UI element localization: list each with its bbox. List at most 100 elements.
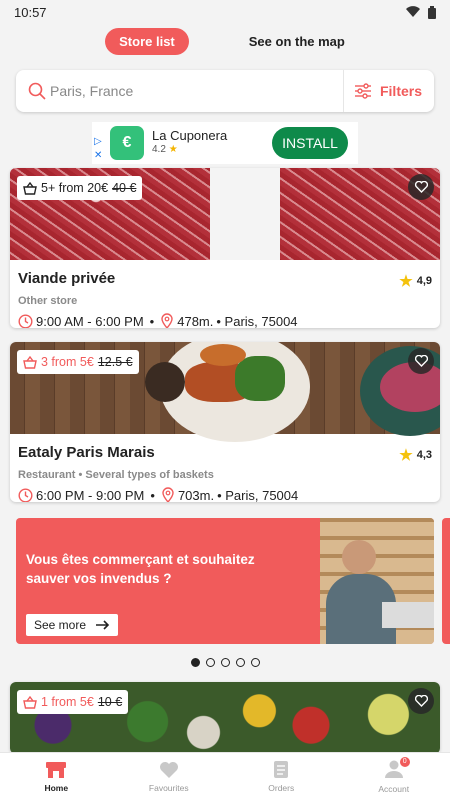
status-time: 10:57 — [14, 4, 47, 20]
store-card[interactable]: 5+ from 20€ 40 € Viande privée ★ 4,9 Oth… — [10, 168, 440, 328]
heart-icon — [414, 695, 428, 707]
ad-app-name: La Cuponera — [152, 128, 228, 143]
store-distance: 478m. — [177, 313, 214, 329]
ad-close-icon[interactable]: ✕ — [94, 150, 102, 161]
basket-old-price: 40 € — [112, 181, 137, 195]
carousel-dot[interactable] — [220, 658, 230, 667]
location-pin-icon — [161, 313, 173, 328]
basket-icon — [23, 181, 37, 195]
location-pin-icon — [162, 487, 174, 502]
filters-label: Filters — [379, 83, 422, 99]
notification-badge: 0 — [399, 756, 410, 767]
store-category: Restaurant • Several types of baskets — [18, 469, 214, 481]
store-name: Viande privée — [18, 270, 116, 287]
basket-badge: 5+ from 20€ 40 € — [17, 176, 143, 200]
ad-app-logo: € — [110, 126, 144, 160]
account-icon-wrap: 0 — [384, 756, 410, 780]
store-card[interactable]: 3 from 5€ 12.5 € Eataly Paris Marais ★ 4… — [10, 342, 440, 502]
search-input[interactable] — [46, 70, 343, 112]
basket-old-price: 12.5 € — [97, 355, 133, 369]
battery-icon — [428, 5, 436, 19]
favourite-button[interactable] — [408, 688, 434, 714]
search-bar: Filters — [16, 70, 434, 112]
heart-icon — [159, 761, 178, 778]
tab-orders[interactable]: Orders — [241, 760, 321, 793]
carousel-dot[interactable] — [250, 658, 260, 667]
store-hours: 6:00 PM - 9:00 PM — [36, 487, 145, 503]
see-more-label: See more — [34, 618, 87, 632]
arrow-right-icon — [96, 620, 110, 630]
store-icon — [46, 761, 67, 778]
basket-count: 3 from 5€ — [41, 355, 94, 369]
basket-count: 1 from 5€ — [41, 695, 94, 709]
bowl-shape — [200, 344, 246, 366]
ad-banner[interactable]: ▷ ✕ € La Cuponera 4.2 ★ INSTALL — [92, 122, 358, 164]
ad-app-rating: 4.2 ★ — [152, 144, 178, 155]
store-info: Viande privée ★ 4,9 Other store 9:00 AM … — [10, 260, 440, 328]
tab-store-list[interactable]: Store list — [105, 27, 189, 55]
carousel-indicator — [0, 658, 450, 667]
clock-icon — [18, 314, 33, 328]
adchoices-icon[interactable]: ▷ — [94, 136, 102, 147]
store-address: • Paris, 75004 — [217, 487, 299, 503]
carousel-dot[interactable] — [235, 658, 245, 667]
heart-icon — [414, 355, 428, 367]
basket-icon — [23, 355, 37, 369]
tab-home-label: Home — [44, 782, 69, 793]
carousel-dot[interactable] — [190, 658, 200, 667]
store-hours: 9:00 AM - 6:00 PM — [36, 313, 144, 329]
merchant-promo-banner[interactable]: Vous êtes commerçant et souhaitez sauver… — [16, 518, 434, 644]
receipt-icon — [274, 761, 289, 778]
status-bar: 10:57 — [0, 0, 450, 24]
basket-old-price: 10 € — [97, 695, 123, 709]
tab-home[interactable]: Home — [16, 761, 96, 793]
store-distance: 703m. — [177, 487, 215, 503]
store-address: • Paris, 75004 — [216, 313, 298, 329]
store-card[interactable]: 1 from 5€ 10 € — [10, 682, 440, 754]
heart-icon — [414, 181, 428, 193]
bottom-tab-bar: Home Favourites Orders 0 Account — [0, 752, 450, 800]
tab-orders-label: Orders — [268, 783, 295, 793]
photo-gap — [210, 168, 280, 260]
store-photo: 3 from 5€ 12.5 € — [10, 342, 440, 442]
merchant-photo — [320, 518, 434, 644]
basket-icon — [23, 695, 37, 709]
next-banner-peek — [442, 518, 450, 644]
favourite-button[interactable] — [408, 174, 434, 200]
star-icon: ★ — [399, 447, 413, 464]
basket-count: 5+ from 20€ — [41, 181, 109, 195]
salad-shape — [235, 356, 285, 401]
tab-account-label: Account — [378, 783, 410, 794]
view-toggle: Store list See on the map — [0, 27, 450, 55]
person-head-shape — [342, 540, 376, 574]
star-icon: ★ — [399, 273, 413, 290]
filters-button[interactable]: Filters — [342, 70, 434, 112]
banner-text: Vous êtes commerçant et souhaitez sauver… — [26, 552, 255, 586]
carousel-dot[interactable] — [205, 658, 215, 667]
mushroom-shape — [145, 362, 185, 402]
store-name: Eataly Paris Marais — [18, 444, 155, 461]
counter-shape — [382, 602, 434, 628]
ad-install-button[interactable]: INSTALL — [272, 127, 348, 159]
tab-favourites-label: Favourites — [148, 782, 189, 793]
store-meta: 6:00 PM - 9:00 PM • 703m. • Paris, 75004 — [18, 487, 432, 502]
sliders-icon — [354, 83, 371, 99]
tab-favourites[interactable]: Favourites — [129, 761, 209, 793]
store-photo: 5+ from 20€ 40 € — [10, 168, 440, 260]
store-info: Eataly Paris Marais ★ 4,3 Restaurant • S… — [10, 434, 440, 502]
store-meta: 9:00 AM - 6:00 PM • 478m. • Paris, 75004 — [18, 313, 432, 328]
store-rating: ★ 4,9 — [399, 273, 432, 290]
wifi-icon — [406, 6, 420, 18]
basket-badge: 1 from 5€ 10 € — [17, 690, 129, 714]
see-more-button[interactable]: See more — [26, 614, 119, 636]
basket-badge: 3 from 5€ 12.5 € — [17, 350, 139, 374]
store-photo: 1 from 5€ 10 € — [10, 682, 440, 754]
search-icon — [28, 82, 46, 100]
star-icon: ★ — [168, 144, 178, 155]
clock-icon — [18, 488, 33, 502]
tab-see-on-map[interactable]: See on the map — [249, 34, 345, 49]
favourite-button[interactable] — [408, 348, 434, 374]
store-category: Other store — [18, 295, 78, 307]
store-rating: ★ 4,3 — [399, 447, 432, 464]
tab-account[interactable]: 0 Account — [354, 756, 434, 794]
